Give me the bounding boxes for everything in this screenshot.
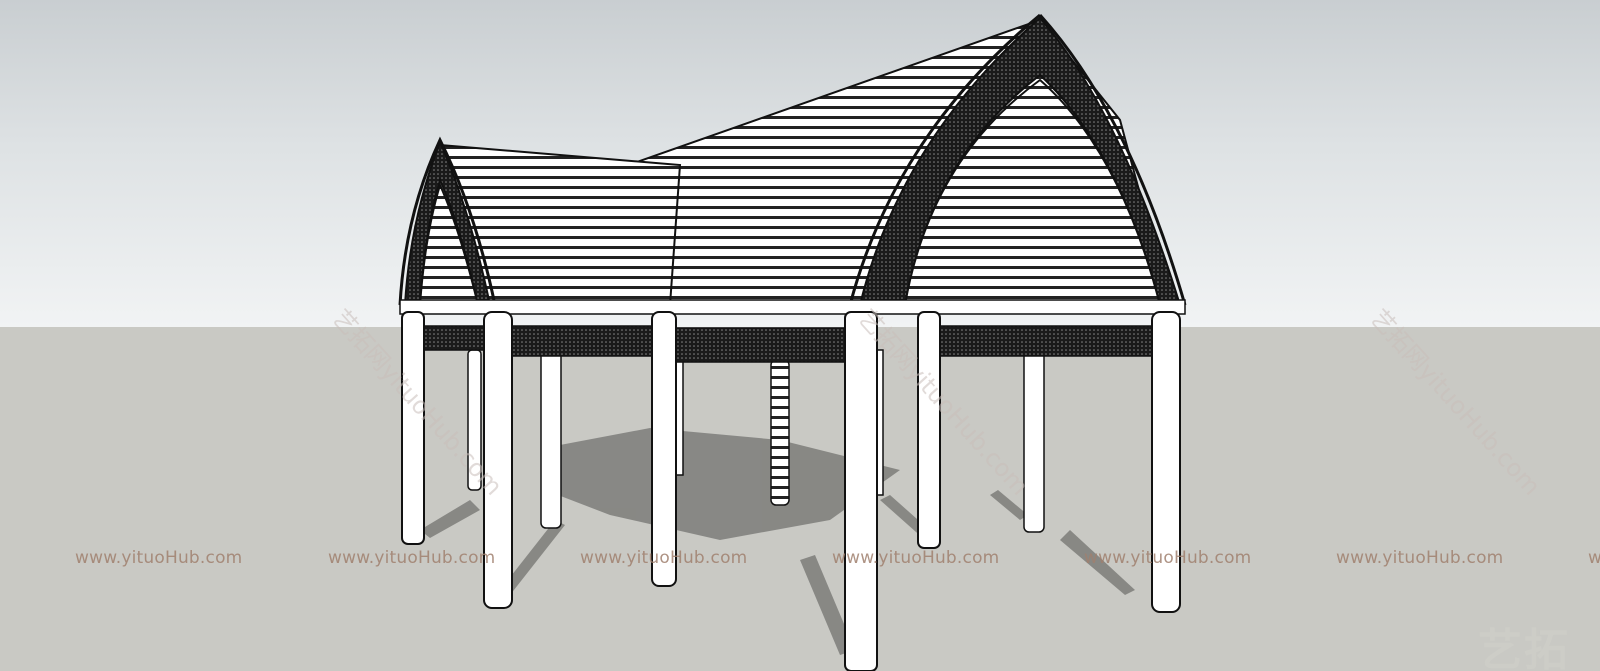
watermark-url: www.yituoHub.com — [328, 548, 496, 568]
pavilion-model[interactable] — [0, 0, 1600, 671]
watermark-url: www.yituoHub.com — [75, 548, 243, 568]
beams — [399, 299, 1186, 363]
side-roof — [398, 136, 682, 306]
watermark-url: www.yituoHub.com — [832, 548, 1000, 568]
watermark-logo: 艺拓 — [1478, 625, 1570, 671]
watermark-url: www.yituoHub.com — [580, 548, 748, 568]
watermark-url: www.yituoHub.com — [1336, 548, 1504, 568]
watermark-url: www.yituoHub.com — [1084, 548, 1252, 568]
main-roof — [618, 13, 1187, 312]
watermark-url: w — [1588, 548, 1600, 568]
modeling-viewport[interactable]: 艺拓网yituoHub.com 艺拓网yituoHub.com 艺拓网yituo… — [0, 0, 1600, 671]
